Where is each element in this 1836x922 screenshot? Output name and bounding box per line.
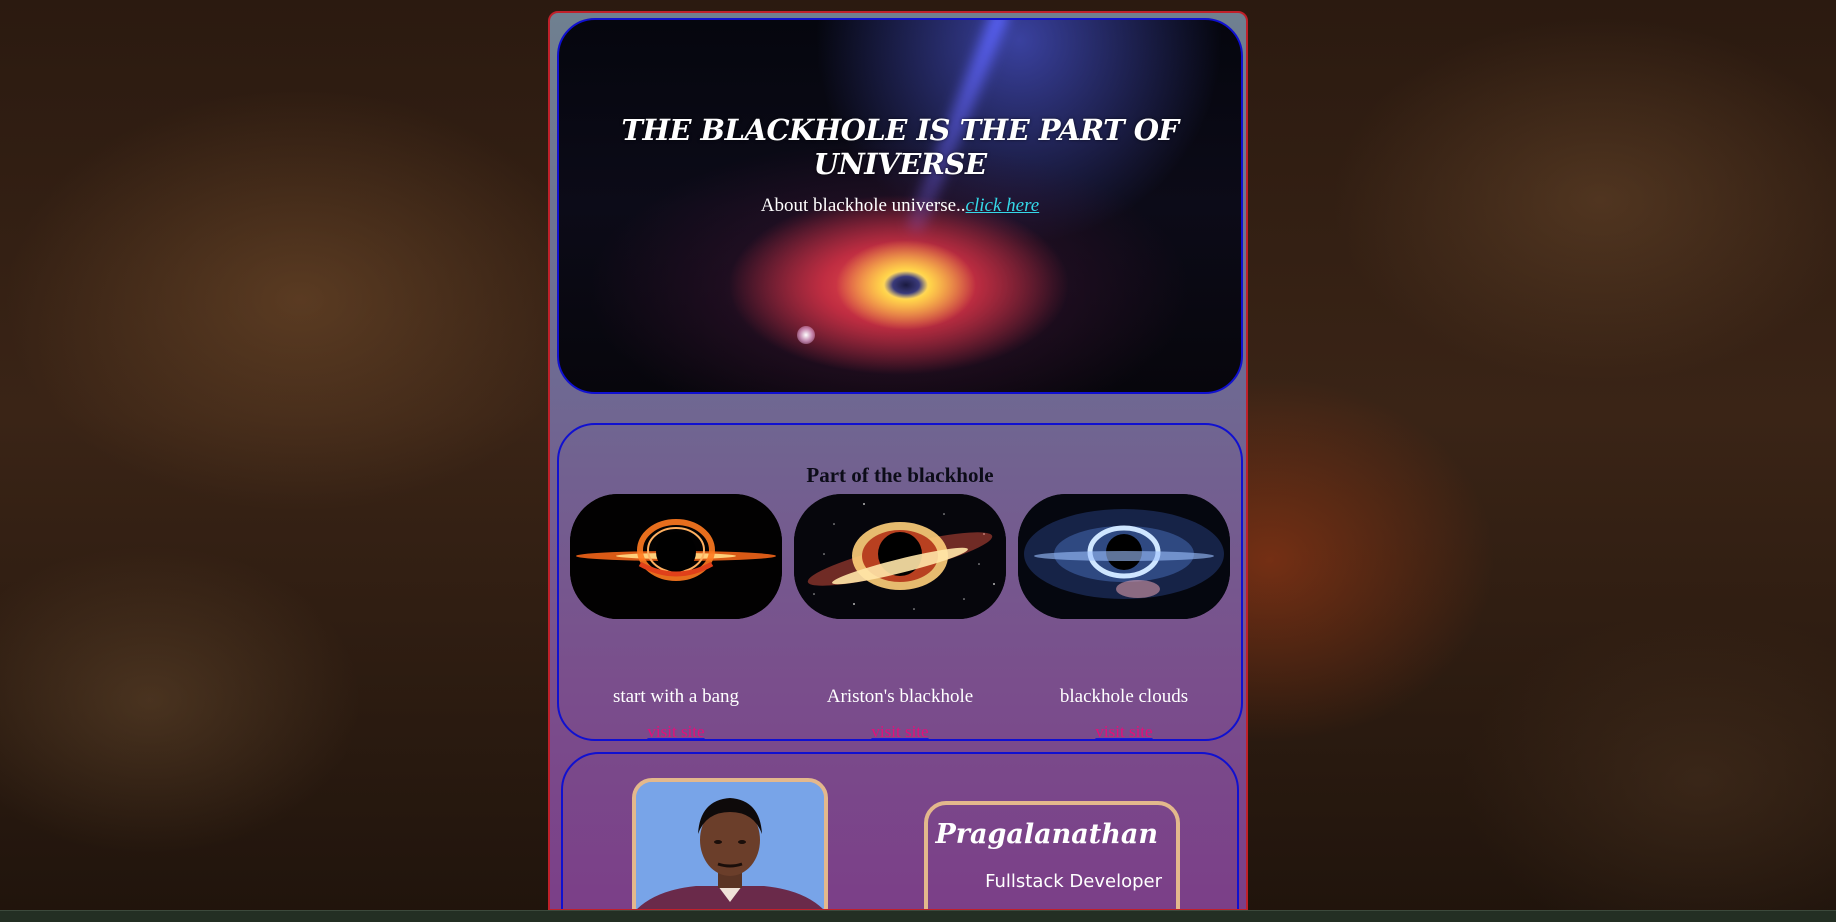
part-card-label: Ariston's blackhole	[826, 686, 974, 707]
visit-site-link[interactable]: visit site	[647, 722, 704, 741]
hero-title: THE BLACKHOLE IS THE PART OF UNIVERSE	[621, 113, 1179, 181]
blue-blackhole-image	[1018, 494, 1230, 619]
hero-about-text: About blackhole universe..	[760, 195, 966, 216]
part-card-label: start with a bang	[612, 686, 740, 707]
profile-photo	[632, 778, 828, 909]
visit-site-link[interactable]: visit site	[871, 722, 928, 741]
taskbar-strip	[0, 910, 1836, 922]
part-card-bang: start with a bang visit site	[570, 494, 782, 741]
profile-name: Pragalanathan	[935, 819, 1159, 850]
hero-banner: THE BLACKHOLE IS THE PART OF UNIVERSE Ab…	[557, 18, 1243, 394]
starfield-blackhole-image	[794, 494, 1006, 619]
orange-accretion-disk-image	[570, 494, 782, 619]
part-card-label: blackhole clouds	[1059, 686, 1189, 707]
profile-info-card: Pragalanathan Fullstack Developer	[924, 801, 1180, 909]
part-card-ariston: Ariston's blackhole visit site	[794, 494, 1006, 741]
parts-section: Part of the blackhole start with a bang …	[557, 423, 1243, 741]
part-card-link-wrap: visit site	[794, 722, 1006, 742]
hero-star-decoration	[797, 326, 815, 344]
part-card-link-wrap: visit site	[570, 722, 782, 742]
hero-click-here-link[interactable]: click here	[966, 195, 1040, 216]
parts-heading: Part of the blackhole	[806, 463, 994, 487]
part-card-link-wrap: visit site	[1018, 722, 1230, 742]
hero-about-line: About blackhole universe..click here	[559, 195, 1241, 217]
part-card-clouds: blackhole clouds visit site	[1018, 494, 1230, 741]
page-container: THE BLACKHOLE IS THE PART OF UNIVERSE Ab…	[548, 11, 1248, 911]
visit-site-link[interactable]: visit site	[1095, 722, 1152, 741]
profile-role: Fullstack Developer	[985, 871, 1162, 892]
profile-section: Pragalanathan Fullstack Developer	[561, 752, 1239, 909]
